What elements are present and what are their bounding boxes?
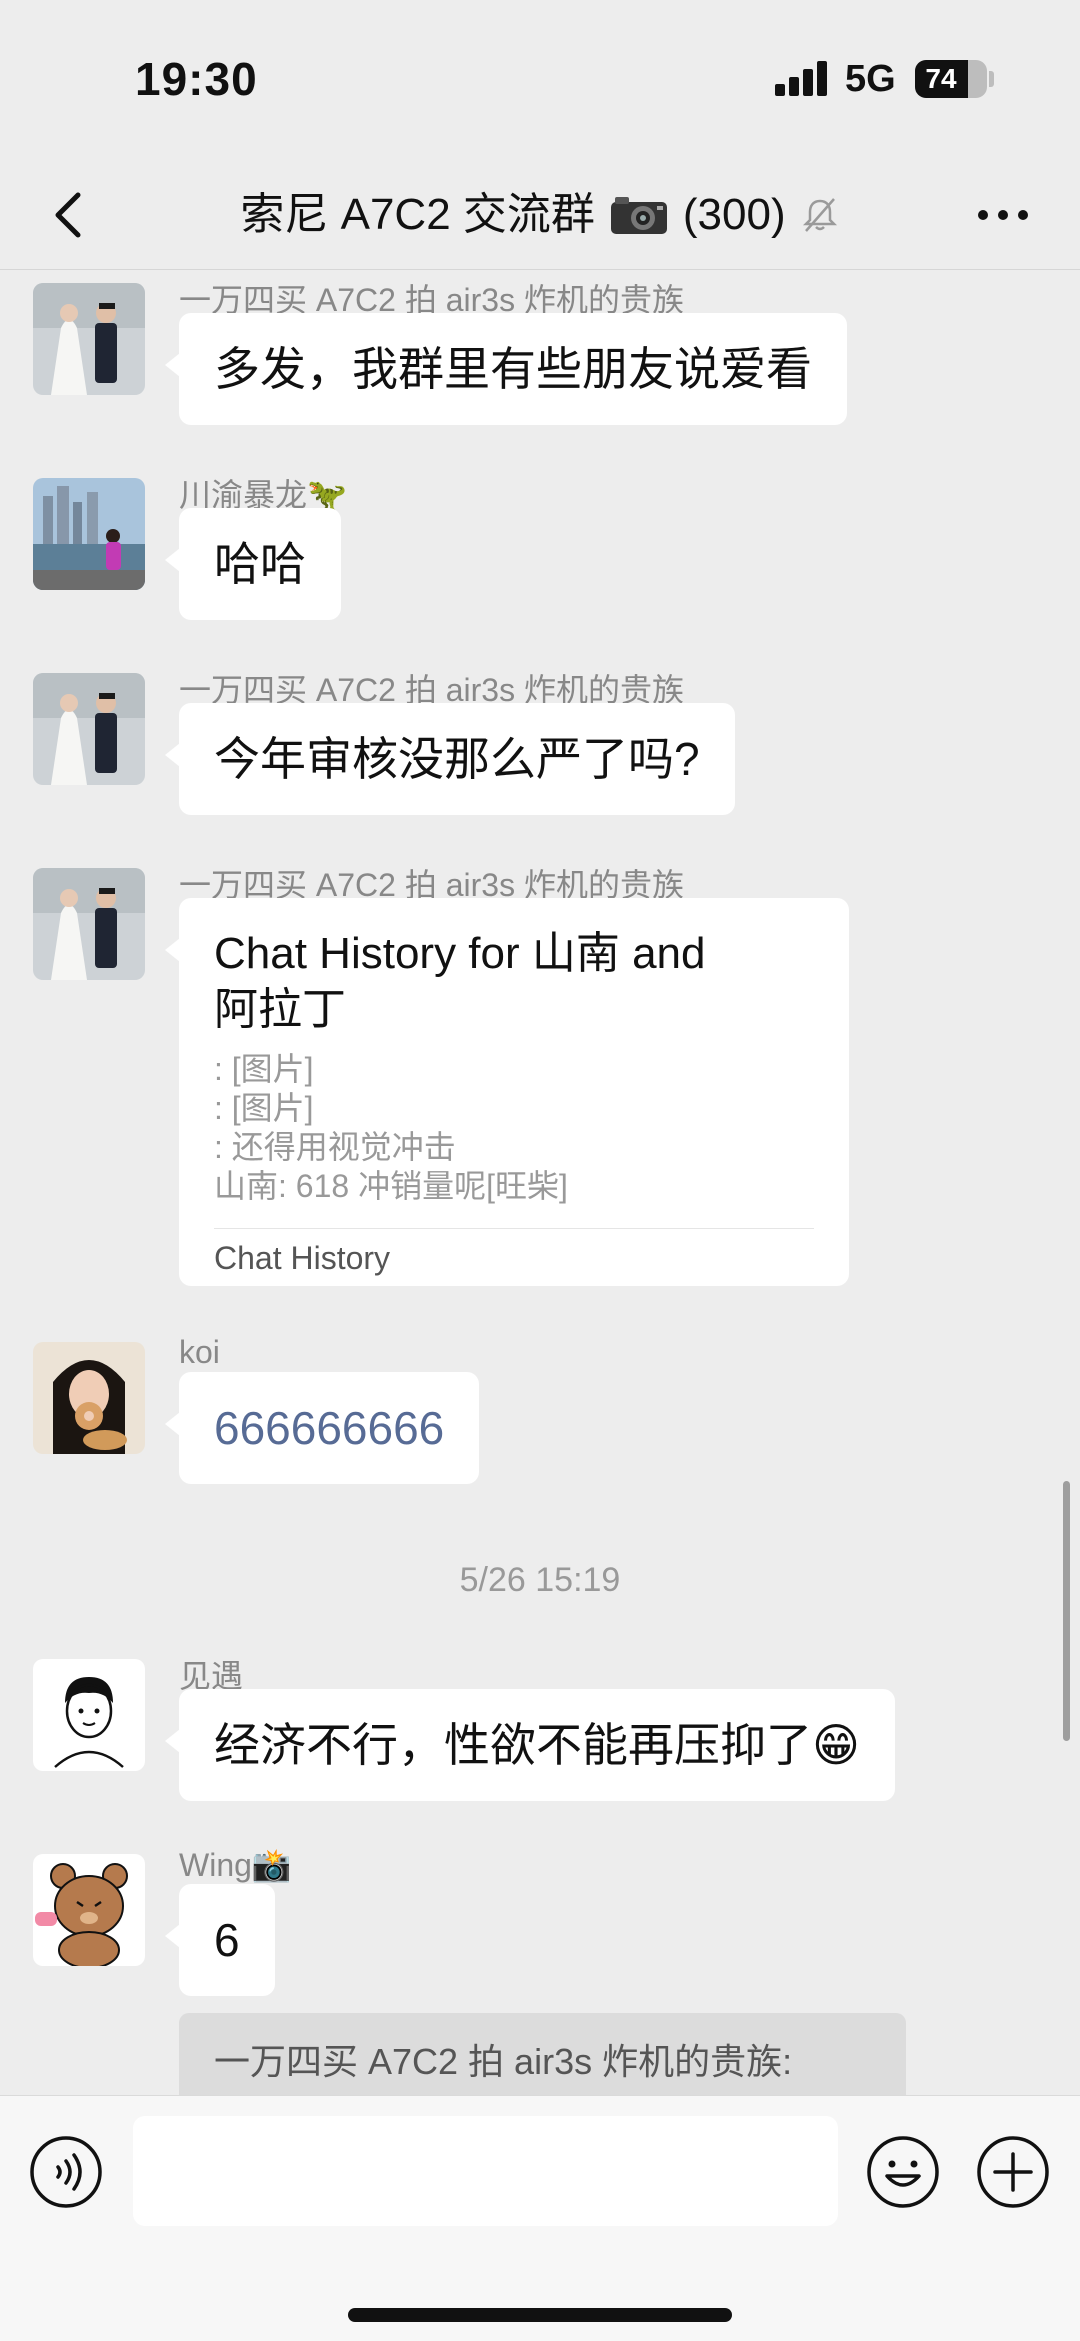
- home-indicator[interactable]: [348, 2308, 732, 2322]
- camera-icon: [610, 197, 667, 234]
- girl-avatar[interactable]: [33, 1342, 145, 1454]
- bear-avatar[interactable]: [33, 1854, 145, 1966]
- message-bubble[interactable]: 666666666: [164, 1372, 480, 1484]
- member-count: (300): [682, 190, 786, 239]
- group-name: 索尼 A7C2 交流群: [240, 190, 595, 239]
- back-icon[interactable]: [40, 183, 104, 247]
- wedding-avatar[interactable]: [33, 283, 145, 395]
- more-icon[interactable]: [975, 193, 1031, 237]
- nav-bar: 索尼 A7C2 交流群 (300): [0, 160, 1080, 270]
- card-preview-line: : [图片]: [214, 1090, 314, 1126]
- time-separator: 5/26 15:19: [459, 1561, 621, 1599]
- quote-line: [Chat transcript]Chat History for th: [214, 2087, 871, 2095]
- quoted-message[interactable]: 一万四买 A7C2 拍 air3s 炸机的贵族: [Chat transcrip…: [179, 2013, 906, 2095]
- card-preview-line: : [图片]: [214, 1051, 314, 1087]
- status-time: 19:30: [135, 53, 258, 105]
- mute-bell-icon: [802, 198, 837, 232]
- quote-line: 一万四买 A7C2 拍 air3s 炸机的贵族:: [214, 2041, 793, 2082]
- camera-flash-emoji: 📸: [251, 1847, 292, 1883]
- emoji-icon[interactable]: [865, 2134, 941, 2210]
- message-bubble[interactable]: 多发，我群里有些朋友说爱看: [165, 313, 847, 425]
- message-bubble[interactable]: 哈哈: [165, 508, 341, 620]
- sender-name: koi: [179, 1334, 220, 1370]
- status-bar: 19:30 5G 74: [0, 0, 1080, 160]
- wedding-avatar[interactable]: [33, 673, 145, 785]
- chat-screen: 19:30 5G 74 索尼 A7C2 交流群 (300) 一万四买 A7C2 …: [0, 0, 1080, 2341]
- chat-history-card[interactable]: Chat History for 山南 and 阿拉丁 : [图片] : [图片…: [165, 898, 849, 1286]
- message-bubble[interactable]: 今年审核没那么严了吗?: [165, 703, 735, 815]
- card-title: Chat History for 山南 and 阿拉丁: [214, 929, 706, 1034]
- card-preview-line: : 还得用视觉冲击: [214, 1129, 456, 1165]
- message-bubble[interactable]: 6: [165, 1884, 275, 1996]
- battery-tip: [989, 71, 994, 87]
- voice-icon[interactable]: [28, 2134, 104, 2210]
- battery-percent: 74: [925, 63, 957, 94]
- message-input[interactable]: [133, 2116, 838, 2226]
- plus-icon[interactable]: [975, 2134, 1051, 2210]
- signal-icon: [775, 60, 829, 96]
- sketch-avatar[interactable]: [33, 1659, 145, 1771]
- battery-icon: 74: [915, 60, 987, 98]
- sender-name: Wing📸: [179, 1847, 292, 1883]
- grin-emoji: 😁: [812, 1719, 860, 1771]
- message-list[interactable]: 一万四买 A7C2 拍 air3s 炸机的贵族 多发，我群里有些朋友说爱看 川渝…: [0, 271, 1080, 2095]
- card-preview-line: 山南: 618 冲销量呢[旺柴]: [214, 1168, 568, 1204]
- input-bar: [0, 2095, 1080, 2341]
- scrollbar-thumb[interactable]: [1063, 1481, 1070, 1741]
- city-avatar[interactable]: [33, 478, 145, 590]
- card-footer: Chat History: [214, 1228, 814, 1286]
- message-bubble[interactable]: 经济不行，性欲不能再压抑了😁: [165, 1689, 895, 1801]
- network-label: 5G: [845, 58, 896, 100]
- wedding-avatar[interactable]: [33, 868, 145, 980]
- chat-title: 索尼 A7C2 交流群 (300): [0, 160, 1080, 270]
- card-preview: : [图片] : [图片] : 还得用视觉冲击 山南: 618 冲销量呢[旺柴]: [214, 1050, 814, 1206]
